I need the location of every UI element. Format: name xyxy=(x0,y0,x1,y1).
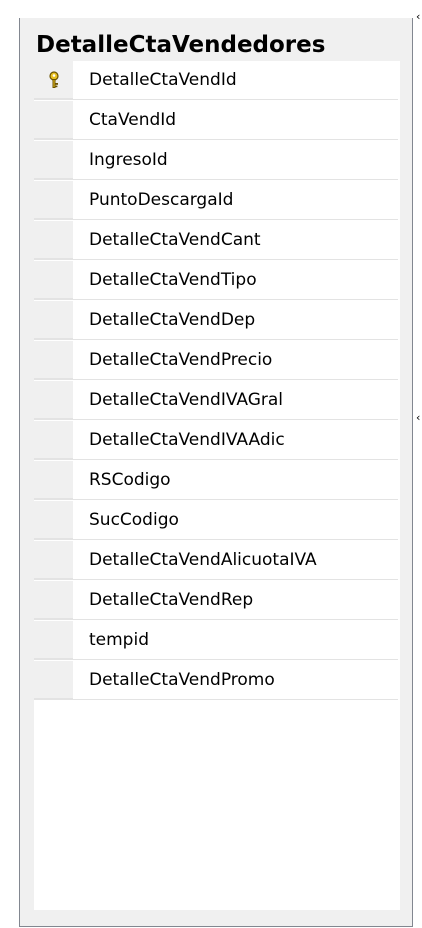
column-row[interactable]: DetalleCtaVendCant xyxy=(34,221,398,260)
row-selector[interactable] xyxy=(34,541,73,579)
relationship-connector-icon: ‹ xyxy=(416,10,421,23)
row-selector[interactable] xyxy=(34,341,73,379)
column-name: DetalleCtaVendIVAGral xyxy=(89,390,284,410)
row-selector[interactable] xyxy=(34,61,73,99)
column-name: DetalleCtaVendAlicuotaIVA xyxy=(89,550,317,570)
column-row[interactable]: DetalleCtaVendPromo xyxy=(34,661,398,700)
column-row[interactable]: DetalleCtaVendId xyxy=(34,61,398,100)
column-row[interactable]: CtaVendId xyxy=(34,101,398,140)
row-selector[interactable] xyxy=(34,301,73,339)
column-name: CtaVendId xyxy=(89,110,177,130)
column-name: DetalleCtaVendPromo xyxy=(89,670,275,690)
row-selector[interactable] xyxy=(34,261,73,299)
column-list: DetalleCtaVendId CtaVendId IngresoId PuntoD… xyxy=(34,61,400,910)
column-row[interactable]: DetalleCtaVendPrecio xyxy=(34,341,398,380)
row-selector[interactable] xyxy=(34,101,73,139)
column-row[interactable]: IngresoId xyxy=(34,141,398,180)
column-row[interactable]: DetalleCtaVendAlicuotaIVA xyxy=(34,541,398,580)
column-name: IngresoId xyxy=(89,150,168,170)
column-name: DetalleCtaVendRep xyxy=(89,590,254,610)
relationship-connector-icon: ‹ xyxy=(416,411,421,424)
row-selector[interactable] xyxy=(34,181,73,219)
column-row[interactable]: DetalleCtaVendTipo xyxy=(34,261,398,300)
row-selector[interactable] xyxy=(34,581,73,619)
row-selector[interactable] xyxy=(34,621,73,659)
column-row[interactable]: DetalleCtaVendRep xyxy=(34,581,398,620)
column-name: DetalleCtaVendPrecio xyxy=(89,350,273,370)
table-title: DetalleCtaVendedores xyxy=(36,32,326,58)
row-selector[interactable] xyxy=(34,461,73,499)
column-name: DetalleCtaVendIVAAdic xyxy=(89,430,285,450)
row-selector[interactable] xyxy=(34,421,73,459)
row-selector[interactable] xyxy=(34,381,73,419)
column-name: DetalleCtaVendTipo xyxy=(89,270,257,290)
column-row[interactable]: DetalleCtaVendIVAAdic xyxy=(34,421,398,460)
column-row[interactable]: RSCodigo xyxy=(34,461,398,500)
row-selector[interactable] xyxy=(34,141,73,179)
column-row[interactable]: SucCodigo xyxy=(34,501,398,540)
column-row[interactable]: DetalleCtaVendDep xyxy=(34,301,398,340)
row-selector[interactable] xyxy=(34,501,73,539)
key-icon xyxy=(47,70,61,89)
column-row[interactable]: PuntoDescargaId xyxy=(34,181,398,220)
column-name: DetalleCtaVendDep xyxy=(89,310,256,330)
table-window[interactable]: DetalleCtaVendedores DetalleCtaVendId Cta… xyxy=(19,18,413,927)
column-row[interactable]: DetalleCtaVendIVAGral xyxy=(34,381,398,420)
column-name: DetalleCtaVendCant xyxy=(89,230,261,250)
column-row[interactable]: tempid xyxy=(34,621,398,660)
row-selector[interactable] xyxy=(34,221,73,259)
column-name: RSCodigo xyxy=(89,470,171,490)
row-selector[interactable] xyxy=(34,661,73,699)
column-name: DetalleCtaVendId xyxy=(89,70,237,90)
column-name: PuntoDescargaId xyxy=(89,190,234,210)
column-name: tempid xyxy=(89,630,149,650)
column-name: SucCodigo xyxy=(89,510,179,530)
